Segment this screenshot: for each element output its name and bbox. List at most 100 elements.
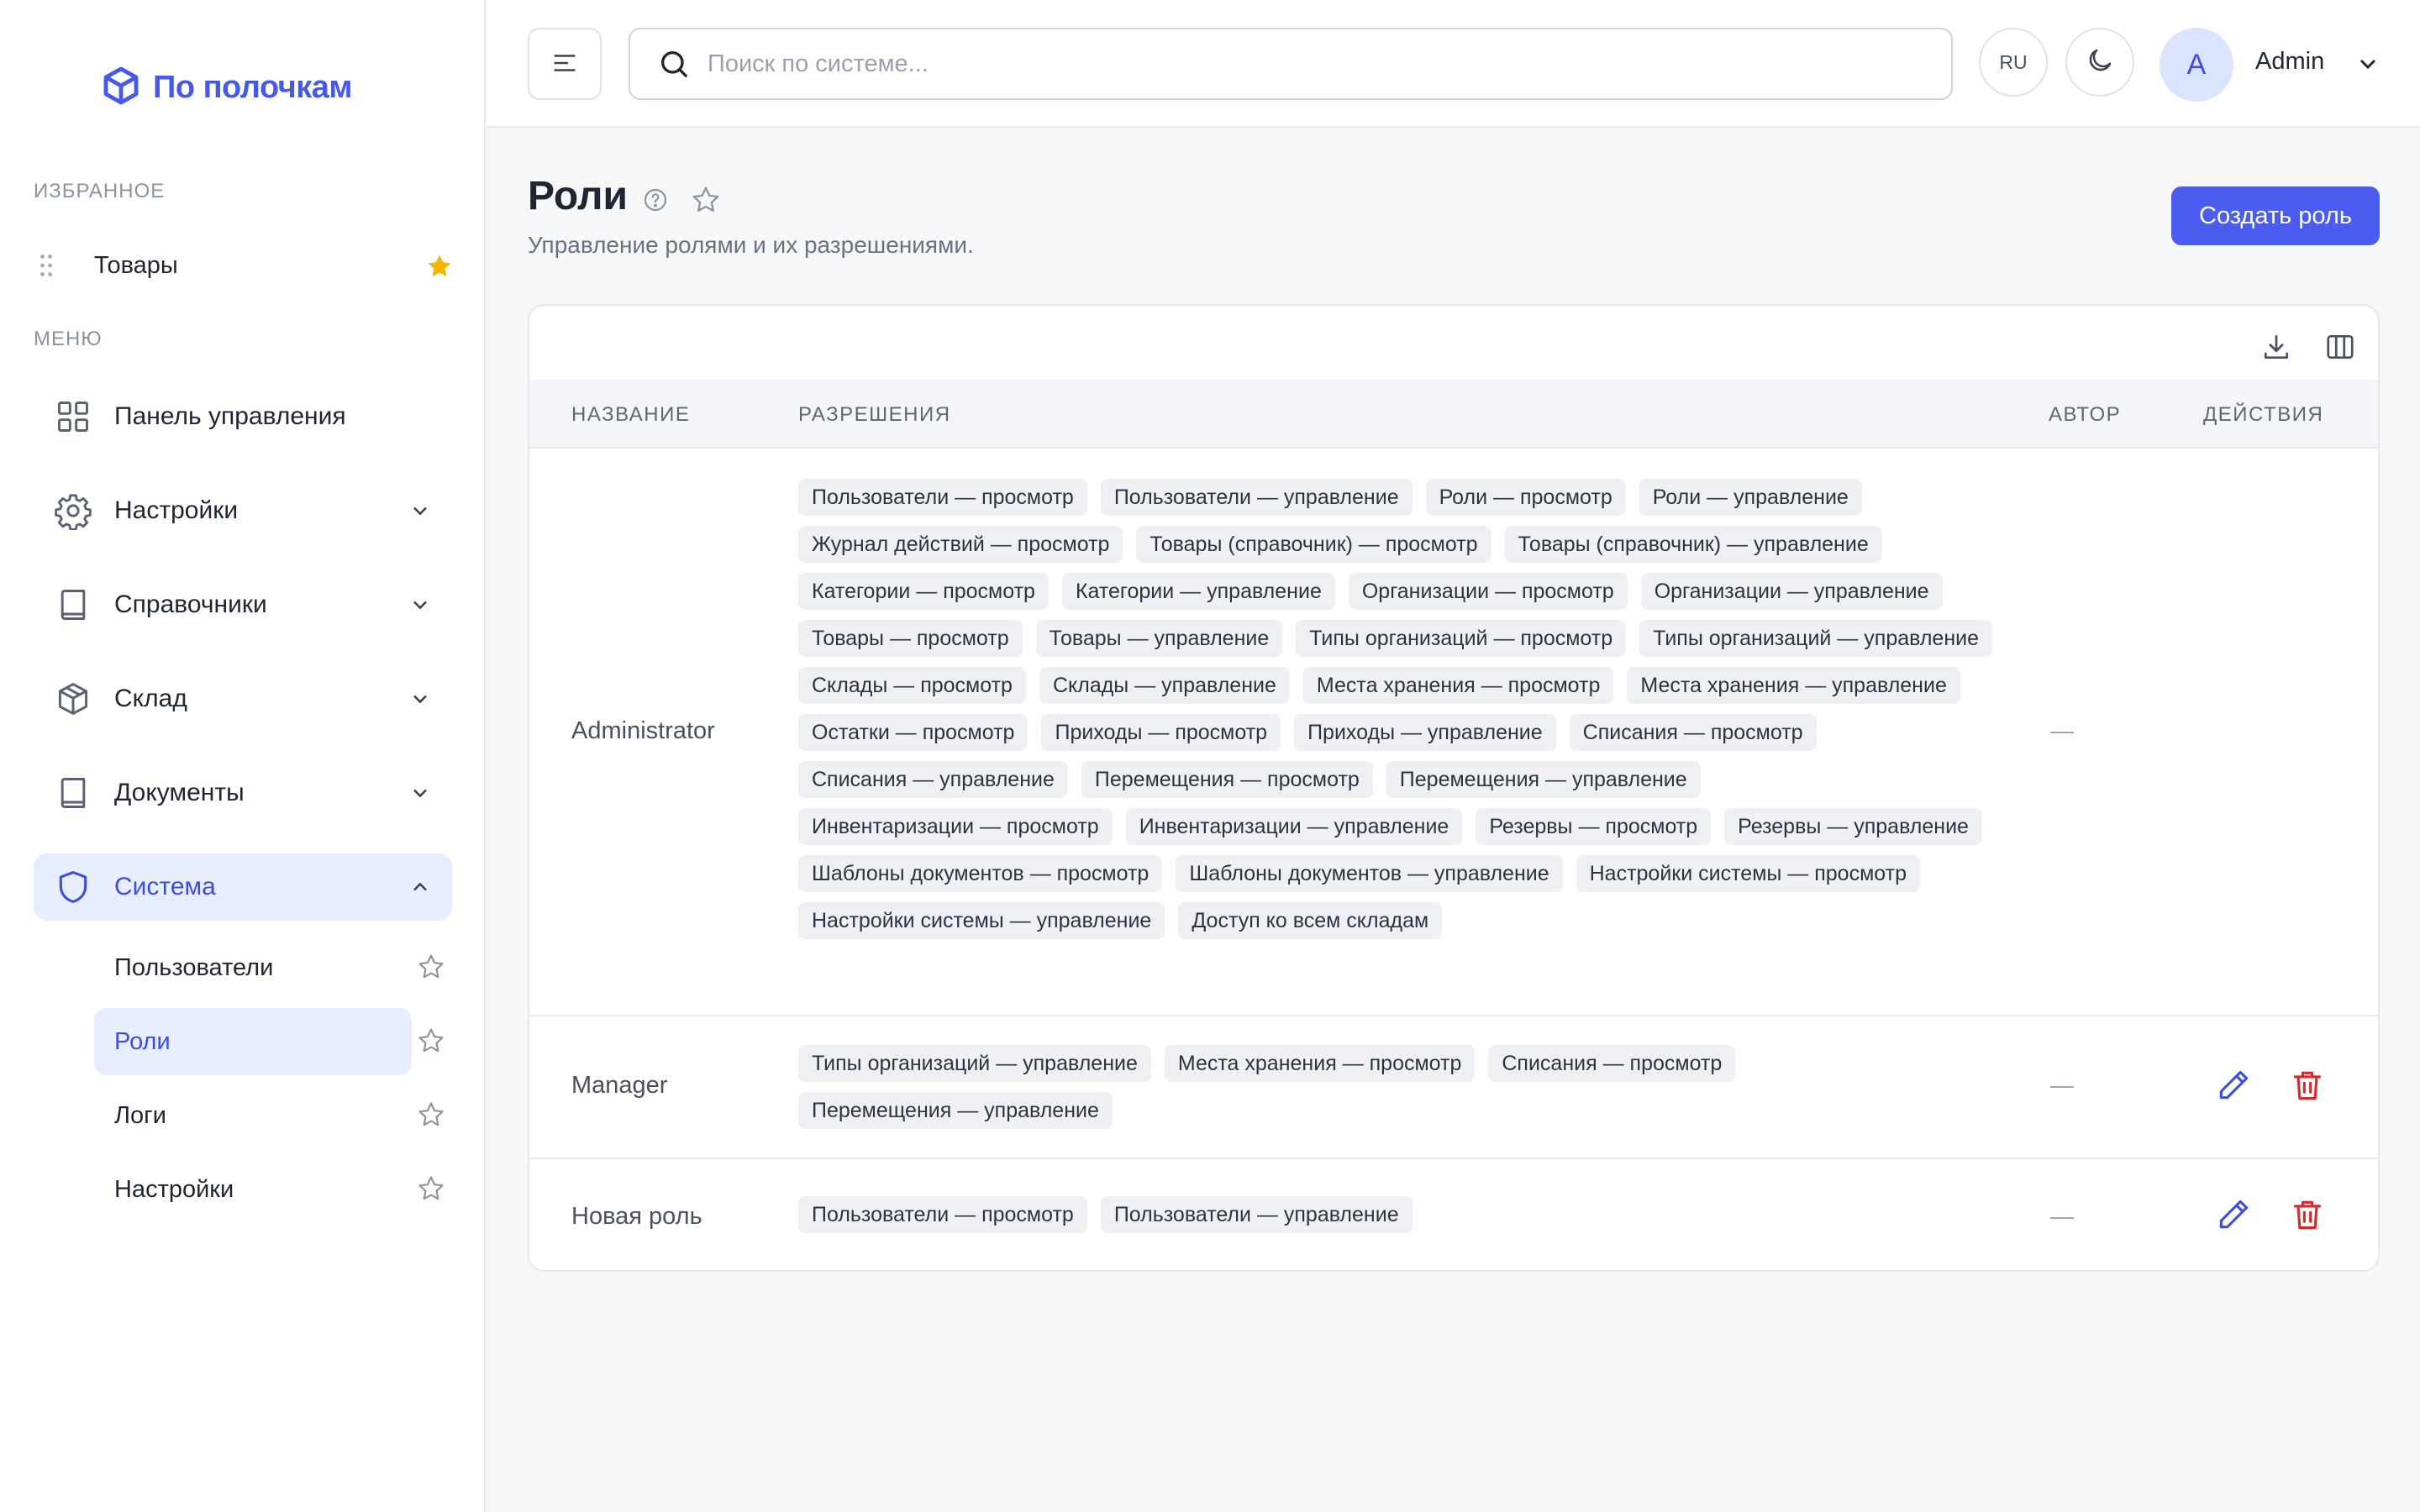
app-logo[interactable]: По полочкам [101,62,353,113]
chevron-down-icon [408,593,432,621]
sidebar-subitem-label: Настройки [114,1175,234,1203]
sidebar-item-documents[interactable]: Документы [34,759,452,827]
gear-icon [52,490,94,532]
edit-pencil-icon[interactable] [2215,1067,2252,1104]
permission-chip: Доступ ко всем складам [1178,902,1443,939]
permissions-list: Пользователи — просмотр Пользователи — уп… [798,1196,2008,1233]
star-outline-icon[interactable] [417,1174,445,1207]
search-icon [657,47,691,81]
permission-chip: Журнал действий — просмотр [798,526,1123,563]
permission-chip: Перемещения — управление [1386,761,1701,798]
sidebar-item-warehouse[interactable]: Склад [34,665,452,732]
delete-trash-icon[interactable] [2289,1196,2326,1233]
sidebar-subitem-users[interactable]: Пользователи [94,934,412,1001]
permission-chip: Приходы — управление [1294,714,1556,751]
document-icon [52,772,94,814]
user-name[interactable]: Admin [2255,48,2324,76]
create-role-button[interactable]: Создать роль [2171,186,2380,245]
permission-chip: Перемещения — управление [798,1092,1113,1129]
shield-icon [52,866,94,908]
permission-chip: Настройки системы — управление [798,902,1165,939]
star-outline-icon[interactable] [417,1026,445,1059]
sidebar-item-label: Справочники [114,591,267,618]
search-input[interactable] [708,50,1884,78]
permission-chip: Приходы — просмотр [1041,714,1281,751]
top-header: RU A Admin [487,0,2420,128]
permission-chip: Инвентаризации — просмотр [798,808,1113,845]
permission-chip: Товары — просмотр [798,620,1023,657]
download-icon[interactable] [2260,331,2292,367]
sidebar-subitem-roles[interactable]: Роли [94,1008,412,1075]
roles-table-card: НАЗВАНИЕ РАЗРЕШЕНИЯ АВТОР ДЕЙСТВИЯ Admin… [528,304,2380,1272]
chevron-down-icon [408,781,432,809]
language-button[interactable]: RU [1979,28,2048,97]
permission-chip: Места хранения — просмотр [1302,667,1614,704]
sidebar-toggle-button[interactable] [528,28,602,100]
columns-icon[interactable] [2324,331,2356,367]
permission-chip: Списания — управление [798,761,1068,798]
chevron-down-icon[interactable] [2354,50,2381,81]
help-icon[interactable] [642,186,669,218]
permission-chip: Товары (справочник) — просмотр [1136,526,1491,563]
sidebar-item-dashboard[interactable]: Панель управления [34,383,452,450]
grid-icon [52,396,94,438]
cube-logo-icon [101,66,141,110]
permission-chip: Организации — просмотр [1348,573,1628,610]
app-logo-text: По полочкам [153,69,353,105]
search-box[interactable] [629,28,1953,100]
sidebar-item-system[interactable]: Система [34,853,452,921]
permissions-list: Пользователи — просмотр Пользователи — уп… [798,479,2008,939]
delete-trash-icon[interactable] [2289,1067,2326,1104]
star-outline-icon[interactable] [417,1100,445,1133]
permission-chip: Товары — управление [1035,620,1283,657]
permission-chip: Типы организаций — просмотр [1296,620,1627,657]
moon-icon [2085,45,2115,80]
permission-chip: Товары (справочник) — управление [1504,526,1882,563]
permission-chip: Пользователи — управление [1100,1196,1413,1233]
drag-handle-icon[interactable] [34,253,59,278]
permission-chip: Пользователи — управление [1100,479,1413,516]
column-header-name[interactable]: НАЗВАНИЕ [571,403,690,427]
table-row: Administrator Пользователи — просмотр Пол… [529,450,2378,1016]
sidebar-item-label: Документы [114,779,245,806]
permission-chip: Пользователи — просмотр [798,479,1087,516]
chevron-down-icon [408,687,432,715]
sidebar-item-directories[interactable]: Справочники [34,571,452,638]
role-author: — [2050,1203,2074,1229]
edit-pencil-icon[interactable] [2215,1196,2252,1233]
permission-chip: Организации — управление [1640,573,1943,610]
chevron-up-icon [408,875,432,903]
star-filled-icon[interactable] [425,252,454,285]
menu-section-title: МЕНЮ [34,328,103,350]
role-name: Manager [571,1072,668,1099]
sidebar-subitem-label: Пользователи [114,953,274,981]
sidebar-subitem-logs[interactable]: Логи [94,1082,412,1149]
permission-chip: Пользователи — просмотр [798,1196,1087,1233]
table-row: Новая роль Пользователи — просмотр Пользо… [529,1159,2378,1270]
box-icon [52,678,94,720]
permission-chip: Шаблоны документов — управление [1176,855,1563,892]
star-outline-icon[interactable] [691,185,721,219]
permission-chip: Инвентаризации — управление [1125,808,1463,845]
chevron-down-icon [408,499,432,527]
permissions-list: Типы организаций — управление Места хране… [798,1045,2008,1129]
sidebar-subitem-system-settings[interactable]: Настройки [94,1156,412,1223]
sidebar-item-label: Склад [114,685,187,712]
column-header-permissions[interactable]: РАЗРЕШЕНИЯ [798,403,951,427]
permission-chip: Резервы — управление [1724,808,1982,845]
permission-chip: Перемещения — просмотр [1081,761,1373,798]
star-outline-icon[interactable] [417,953,445,985]
menu-lines-icon [550,49,579,80]
column-header-author[interactable]: АВТОР [2049,403,2121,427]
sidebar-item-settings[interactable]: Настройки [34,477,452,544]
permission-chip: Роли — управление [1639,479,1862,516]
permission-chip: Списания — просмотр [1488,1045,1736,1082]
theme-toggle-button[interactable] [2065,28,2134,97]
table-row: Manager Типы организаций — управление Мес… [529,1016,2378,1159]
avatar[interactable]: A [2160,28,2233,102]
permission-chip: Склады — управление [1039,667,1290,704]
favorite-item-goods[interactable]: Товары [34,240,454,291]
table-header: НАЗВАНИЕ РАЗРЕШЕНИЯ АВТОР ДЕЙСТВИЯ [529,380,2378,449]
column-header-actions: ДЕЙСТВИЯ [2203,403,2324,426]
book-icon [52,584,94,626]
